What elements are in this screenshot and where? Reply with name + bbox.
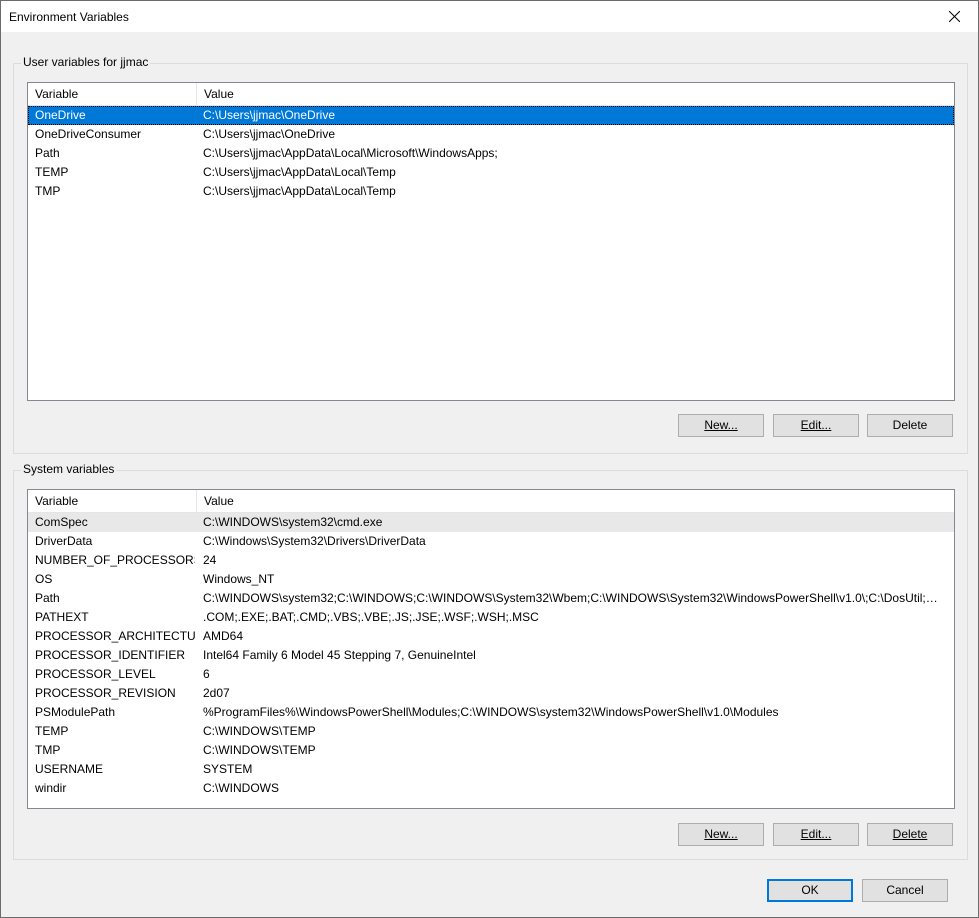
table-row[interactable]: OneDriveConsumer C:\Users\jjmac\OneDrive [28,125,954,144]
value-cell: C:\WINDOWS\system32;C:\WINDOWS;C:\WINDOW… [203,591,946,605]
table-row[interactable]: PROCESSOR_ARCHITECTURE AMD64 [28,627,954,646]
variable-cell: OneDrive [35,108,86,122]
value-cell: SYSTEM [203,762,253,776]
column-header-variable[interactable]: Variable [28,490,197,512]
variable-cell: OS [35,572,53,586]
value-cell: 6 [203,667,210,681]
system-new-label: New... [704,827,738,841]
user-new-label: New... [704,418,738,432]
system-edit-label: Edit... [800,827,832,841]
variable-cell: PSModulePath [35,705,116,719]
variable-cell: PATHEXT [35,610,89,624]
ok-label: OK [801,883,819,897]
dialog-title: Environment Variables [9,10,129,24]
cancel-label: Cancel [886,883,924,897]
value-cell: Intel64 Family 6 Model 45 Stepping 7, Ge… [203,648,476,662]
user-delete-label: Delete [892,418,928,432]
user-delete-button[interactable]: Delete [867,414,953,437]
value-cell: C:\WINDOWS\system32\cmd.exe [203,515,383,529]
value-cell: C:\WINDOWS [203,781,279,795]
table-row[interactable]: TMP C:\Users\jjmac\AppData\Local\Temp [28,182,954,201]
table-row[interactable]: TEMP C:\Users\jjmac\AppData\Local\Temp [28,163,954,182]
variable-cell: TEMP [35,165,69,179]
user-edit-button[interactable]: Edit... [773,414,859,437]
user-new-button[interactable]: New... [678,414,764,437]
variable-cell: PROCESSOR_REVISION [35,686,176,700]
variable-cell: ComSpec [35,515,88,529]
close-icon [949,11,960,22]
table-row[interactable]: PROCESSOR_IDENTIFIER Intel64 Family 6 Mod… [28,646,954,665]
close-button[interactable] [932,1,978,32]
ok-button[interactable]: OK [767,879,853,902]
value-cell: C:\Users\jjmac\OneDrive [203,108,336,122]
user-edit-label: Edit... [800,418,832,432]
value-cell: C:\WINDOWS\TEMP [203,724,316,738]
variable-cell: USERNAME [35,762,104,776]
variable-cell: TMP [35,184,61,198]
variable-cell: Path [35,146,60,160]
table-row[interactable]: OS Windows_NT [28,570,954,589]
system-edit-button[interactable]: Edit... [773,823,859,846]
column-header-variable[interactable]: Variable [28,83,197,105]
value-cell: AMD64 [203,629,244,643]
title-bar: Environment Variables [1,1,978,32]
table-row[interactable]: TMP C:\WINDOWS\TEMP [28,741,954,760]
variable-cell: DriverData [35,534,93,548]
value-cell: .COM;.EXE;.BAT;.CMD;.VBS;.VBE;.JS;.JSE;.… [203,610,539,624]
table-row[interactable]: NUMBER_OF_PROCESSORS 24 [28,551,954,570]
table-row[interactable]: PROCESSOR_LEVEL 6 [28,665,954,684]
environment-variables-dialog: Environment Variables User variables for… [0,0,979,918]
variable-cell: PROCESSOR_LEVEL [35,667,156,681]
variable-cell: PROCESSOR_ARCHITECTURE [35,629,195,643]
system-delete-button[interactable]: Delete [867,823,953,846]
value-cell: C:\Users\jjmac\OneDrive [203,127,336,141]
table-row[interactable]: PATHEXT .COM;.EXE;.BAT;.CMD;.VBS;.VBE;.JS… [28,608,954,627]
system-list-header: Variable Value [28,490,954,513]
value-cell: C:\Users\jjmac\AppData\Local\Temp [203,184,396,198]
table-row[interactable]: Path C:\Users\jjmac\AppData\Local\Microso… [28,144,954,163]
table-row[interactable]: USERNAME SYSTEM [28,760,954,779]
variable-cell: windir [35,781,67,795]
table-row[interactable]: windir C:\WINDOWS [28,779,954,798]
variable-cell: OneDriveConsumer [35,127,142,141]
value-cell: C:\Users\jjmac\AppData\Local\Temp [203,165,396,179]
cancel-button[interactable]: Cancel [862,879,948,902]
table-row[interactable]: ComSpec C:\WINDOWS\system32\cmd.exe [28,513,954,532]
system-variables-label: System variables [21,462,117,476]
variable-cell: NUMBER_OF_PROCESSORS [35,553,195,567]
variable-cell: TEMP [35,724,69,738]
table-row[interactable]: PROCESSOR_REVISION 2d07 [28,684,954,703]
system-new-button[interactable]: New... [678,823,764,846]
table-row[interactable]: PSModulePath %ProgramFiles%\WindowsPowerS… [28,703,954,722]
variable-cell: PROCESSOR_IDENTIFIER [35,648,186,662]
system-variables-list[interactable]: Variable Value ComSpec C:\WINDOWS\system3… [27,489,955,809]
value-cell: %ProgramFiles%\WindowsPowerShell\Modules… [203,705,779,719]
variable-cell: Path [35,591,60,605]
table-row[interactable]: Path C:\WINDOWS\system32;C:\WINDOWS;C:\WI… [28,589,954,608]
system-delete-label: Delete [892,827,928,841]
column-header-value[interactable]: Value [197,83,954,105]
user-variables-list[interactable]: Variable Value OneDrive C:\Users\jjmac\On… [27,82,955,401]
value-cell: Windows_NT [203,572,275,586]
value-cell: C:\Users\jjmac\AppData\Local\Microsoft\W… [203,146,498,160]
table-row[interactable]: DriverData C:\Windows\System32\Drivers\Dr… [28,532,954,551]
value-cell: C:\Windows\System32\Drivers\DriverData [203,534,426,548]
variable-cell: TMP [35,743,61,757]
value-cell: C:\WINDOWS\TEMP [203,743,316,757]
value-cell: 24 [203,553,217,567]
value-cell: 2d07 [203,686,230,700]
user-list-header: Variable Value [28,83,954,106]
user-variables-label: User variables for jjmac [21,55,151,69]
column-header-value[interactable]: Value [197,490,954,512]
table-row[interactable]: TEMP C:\WINDOWS\TEMP [28,722,954,741]
table-row[interactable]: OneDrive C:\Users\jjmac\OneDrive [28,106,954,125]
